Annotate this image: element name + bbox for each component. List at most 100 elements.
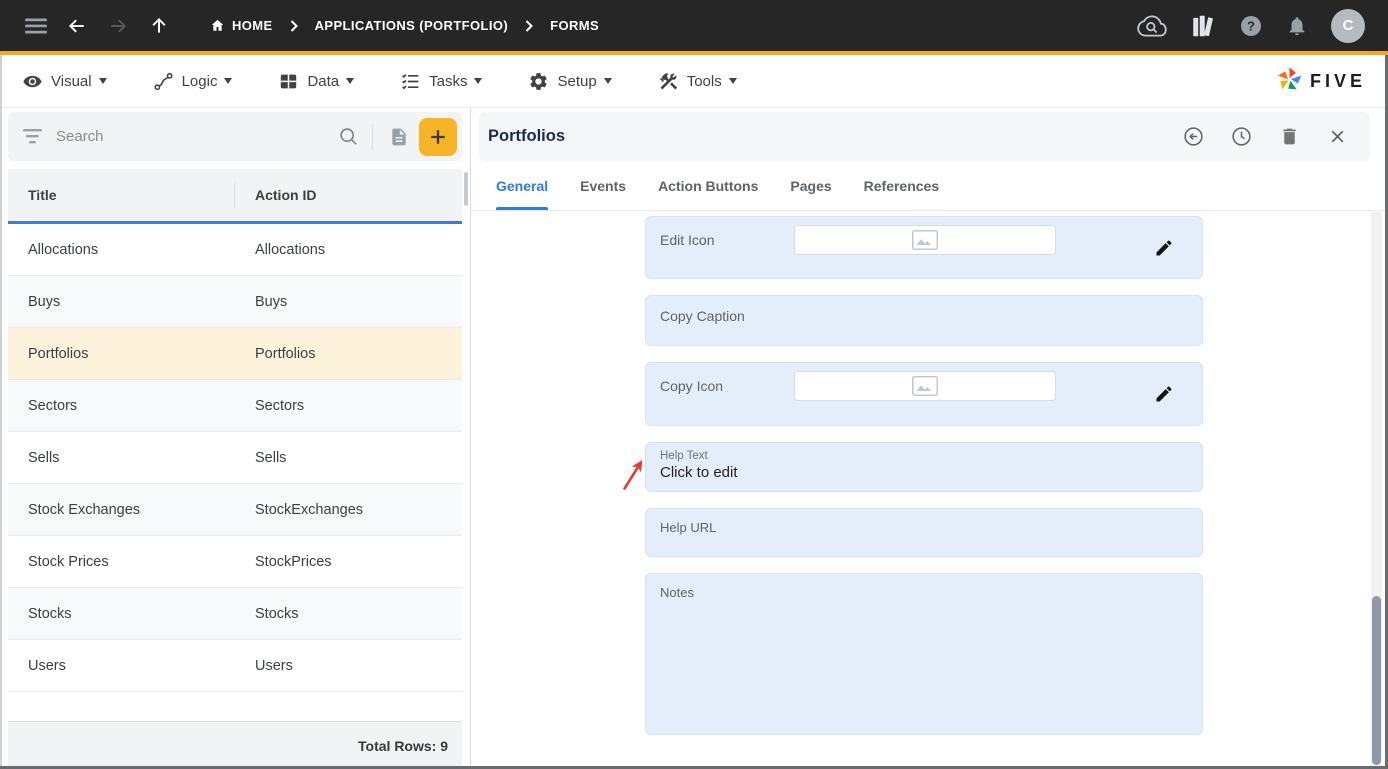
left-scrollbar-thumb[interactable]	[464, 172, 468, 206]
menu-icon[interactable]	[24, 14, 48, 38]
tab-pages[interactable]: Pages	[790, 161, 831, 210]
caret-down-icon	[99, 78, 107, 84]
table-row[interactable]: Stock ExchangesStockExchanges	[8, 484, 462, 536]
table-row[interactable]: SellsSells	[8, 432, 462, 484]
svg-text:?: ?	[1247, 18, 1255, 33]
chevron-right-icon	[525, 20, 533, 32]
five-logo-text: FIVE	[1310, 71, 1366, 92]
data-grid-icon	[278, 71, 299, 92]
records-panel: Title Action ID AllocationsAllocationsBu…	[0, 108, 471, 769]
breadcrumb-item[interactable]: HOME	[210, 18, 273, 33]
logic-icon	[153, 71, 174, 92]
five-logo: FIVE	[1276, 55, 1366, 108]
close-icon[interactable]	[1325, 125, 1349, 149]
table-row[interactable]: PortfoliosPortfolios	[8, 328, 462, 380]
detail-panel-header: Portfolios	[479, 112, 1370, 161]
caret-down-icon	[224, 78, 232, 84]
column-header-title[interactable]: Title	[8, 182, 235, 208]
eye-icon	[22, 71, 43, 92]
menu-data[interactable]: Data	[278, 71, 354, 92]
field-copy-caption[interactable]: Copy Caption	[645, 295, 1203, 346]
tab-general[interactable]: General	[496, 161, 548, 210]
top-navbar: HOME APPLICATIONS (PORTFOLIO) FORMS ? C	[0, 0, 1388, 55]
field-notes[interactable]: Notes	[645, 573, 1203, 735]
table-row[interactable]: AllocationsAllocations	[8, 224, 462, 276]
five-logo-pinwheel-icon	[1276, 66, 1303, 98]
tab-references[interactable]: References	[864, 161, 940, 210]
menu-tasks[interactable]: Tasks	[400, 71, 482, 92]
tab-action-buttons[interactable]: Action Buttons	[658, 161, 758, 210]
delete-icon[interactable]	[1277, 125, 1301, 149]
table-body: AllocationsAllocationsBuysBuysPortfolios…	[8, 224, 462, 692]
total-rows-label: Total Rows: 9	[358, 738, 448, 754]
menu-tools[interactable]: Tools	[658, 71, 737, 92]
field-copy-icon: Copy Icon	[645, 362, 1203, 426]
back-arrow-icon[interactable]	[65, 14, 89, 38]
detail-scrollbar-track[interactable]	[1371, 212, 1382, 769]
search-input[interactable]	[56, 128, 332, 145]
avatar[interactable]: C	[1331, 9, 1365, 43]
library-icon[interactable]	[1190, 14, 1216, 38]
notifications-icon[interactable]	[1286, 14, 1308, 38]
search-bar	[8, 112, 462, 161]
column-header-action-id[interactable]: Action ID	[235, 187, 462, 203]
app-window: HOME APPLICATIONS (PORTFOLIO) FORMS ? C Vi…	[0, 0, 1388, 769]
notes-label: Notes	[660, 585, 694, 600]
restore-icon[interactable]	[1181, 125, 1205, 149]
table-header: Title Action ID	[8, 169, 462, 224]
gear-icon	[528, 71, 549, 92]
history-icon[interactable]	[1229, 125, 1253, 149]
edit-icon-pencil-button[interactable]	[1154, 238, 1174, 258]
filter-icon[interactable]	[23, 128, 42, 145]
chevron-right-icon	[290, 20, 298, 32]
copy-caption-label: Copy Caption	[660, 308, 745, 324]
help-text-label: Help Text	[660, 450, 1186, 462]
add-record-button[interactable]	[419, 118, 457, 156]
copy-icon-label: Copy Icon	[660, 371, 794, 401]
breadcrumb: HOME APPLICATIONS (PORTFOLIO) FORMS	[210, 18, 599, 33]
panel-title: Portfolios	[488, 127, 565, 146]
menubar: Visual Logic Data Tasks Setup Tools FIVE	[0, 55, 1388, 108]
tasks-icon	[400, 71, 421, 92]
detail-panel: Portfolios GeneralEventsActi	[471, 108, 1388, 769]
up-arrow-icon[interactable]	[147, 14, 171, 38]
detail-scrollbar-thumb[interactable]	[1372, 596, 1381, 765]
tab-events[interactable]: Events	[580, 161, 626, 210]
search-icon[interactable]	[338, 126, 360, 148]
table-row[interactable]: StocksStocks	[8, 588, 462, 640]
menu-setup[interactable]: Setup	[528, 71, 611, 92]
caret-down-icon	[474, 78, 482, 84]
edit-icon-label: Edit Icon	[660, 225, 794, 255]
caret-down-icon	[604, 78, 612, 84]
menu-visual[interactable]: Visual	[22, 71, 107, 92]
table-footer: Total Rows: 9	[8, 721, 462, 769]
general-form: Edit Icon Copy Caption Copy Icon	[471, 211, 1388, 768]
help-icon[interactable]: ?	[1239, 14, 1263, 38]
edit-icon-input[interactable]	[794, 225, 1056, 255]
tab-bar: General Events Action Buttons Pages Referenc…	[471, 161, 1388, 211]
caret-down-icon	[729, 78, 737, 84]
field-help-text[interactable]: Help Text Click to edit	[645, 442, 1203, 492]
table-row[interactable]: UsersUsers	[8, 640, 462, 692]
help-text-value[interactable]: Click to edit	[660, 464, 1186, 481]
home-icon	[210, 18, 225, 33]
forward-arrow-icon[interactable]	[106, 14, 130, 38]
table-row[interactable]: BuysBuys	[8, 276, 462, 328]
breadcrumb-item[interactable]: APPLICATIONS (PORTFOLIO)	[315, 18, 509, 33]
table-row[interactable]: SectorsSectors	[8, 380, 462, 432]
divider	[372, 124, 373, 150]
caret-down-icon	[346, 78, 354, 84]
copy-icon-pencil-button[interactable]	[1154, 384, 1174, 404]
table-filler	[8, 692, 462, 721]
document-button[interactable]	[382, 120, 416, 154]
field-edit-icon: Edit Icon	[645, 216, 1203, 279]
help-url-label: Help URL	[660, 520, 716, 535]
breadcrumb-item[interactable]: FORMS	[550, 18, 599, 33]
annotation-red-arrow-icon	[619, 453, 647, 502]
copy-icon-input[interactable]	[794, 371, 1056, 401]
window-edge-left	[0, 55, 2, 769]
table-row[interactable]: Stock PricesStockPrices	[8, 536, 462, 588]
field-help-url[interactable]: Help URL	[645, 508, 1203, 557]
menu-logic[interactable]: Logic	[153, 71, 233, 92]
cloud-search-icon[interactable]	[1137, 14, 1167, 38]
